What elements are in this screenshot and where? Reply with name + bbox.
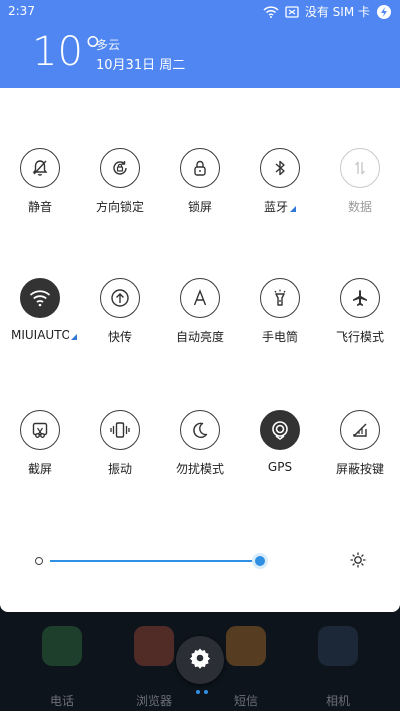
- quick-settings-panel: 静音 方向锁定 锁屏 蓝牙 数据 MIUIAUTO 快传 自动亮度 手电筒 飞行…: [0, 88, 400, 612]
- tile-label: 勿扰模式: [175, 462, 224, 476]
- tile-label: 手电筒: [261, 330, 298, 344]
- settings-button[interactable]: [176, 636, 224, 684]
- tile-silent[interactable]: 静音: [0, 148, 80, 215]
- auto-brightness-icon: [180, 278, 220, 318]
- date-label: 10月31日 周二: [96, 58, 186, 73]
- tile-quick-transfer[interactable]: 快传: [80, 278, 160, 345]
- screenshot-icon: [20, 410, 60, 450]
- tile-lock-screen[interactable]: 锁屏: [160, 148, 240, 215]
- tile-label: 蓝牙: [240, 198, 320, 215]
- home-screen-dock: 电话 浏览器 短信 相机: [0, 612, 400, 711]
- tile-block-keys[interactable]: 屏蔽按键: [320, 410, 400, 477]
- wifi-icon: [20, 278, 60, 318]
- phone-icon: [42, 626, 82, 666]
- dock-app-label: 浏览器: [135, 694, 172, 708]
- sim-icon: [285, 5, 299, 18]
- tile-airplane[interactable]: 飞行模式: [320, 278, 400, 345]
- dock-app-label: 电话: [49, 694, 74, 708]
- message-icon: [226, 626, 266, 666]
- tile-bluetooth[interactable]: 蓝牙: [240, 148, 320, 215]
- status-time: 2:37: [8, 4, 35, 18]
- tile-rotation-lock[interactable]: 方向锁定: [80, 148, 160, 215]
- tile-auto-brightness[interactable]: 自动亮度: [160, 278, 240, 345]
- gps-icon: [260, 410, 300, 450]
- wifi-icon: [263, 5, 279, 18]
- tile-label: 飞行模式: [335, 330, 384, 344]
- weather-condition: 多云: [96, 38, 121, 52]
- dock-app-browser[interactable]: 浏览器: [124, 626, 184, 709]
- tile-mobile-data[interactable]: 数据: [320, 148, 400, 215]
- notification-header: 2:37 没有 SIM 卡 10° 多云 10月31日 周二: [0, 0, 400, 88]
- brightness-high-icon: [348, 550, 368, 574]
- status-bar: 2:37 没有 SIM 卡: [0, 0, 400, 24]
- tile-label: 静音: [27, 200, 52, 214]
- tile-label: 数据: [347, 200, 372, 214]
- tile-screenshot[interactable]: 截屏: [0, 410, 80, 477]
- lock-icon: [180, 148, 220, 188]
- mobile-data-icon: [340, 148, 380, 188]
- expand-corner-icon: [71, 334, 77, 340]
- tile-label: 自动亮度: [175, 330, 224, 344]
- tile-do-not-disturb[interactable]: 勿扰模式: [160, 410, 240, 477]
- dock-app-label: 短信: [233, 694, 258, 708]
- browser-icon: [134, 626, 174, 666]
- tile-label: 方向锁定: [95, 200, 144, 214]
- status-icons: 没有 SIM 卡: [263, 3, 392, 20]
- tile-label: 快传: [107, 330, 132, 344]
- bluetooth-icon: [260, 148, 300, 188]
- dock-app-phone[interactable]: 电话: [32, 626, 92, 709]
- gear-icon: [189, 647, 211, 673]
- tile-label: 屏蔽按键: [335, 462, 384, 476]
- camera-icon: [318, 626, 358, 666]
- tile-label: GPS: [267, 460, 293, 474]
- airplane-icon: [340, 278, 380, 318]
- moon-icon: [180, 410, 220, 450]
- tile-label: MIUIAUTO: [0, 328, 80, 342]
- dock-app-camera[interactable]: 相机: [308, 626, 368, 709]
- block-keys-icon: [340, 410, 380, 450]
- brightness-low-icon: [35, 557, 43, 565]
- tile-gps[interactable]: GPS: [240, 410, 320, 474]
- flashlight-icon: [260, 278, 300, 318]
- page-indicator: [196, 690, 208, 694]
- brightness-thumb[interactable]: [251, 553, 268, 569]
- vibrate-icon: [100, 410, 140, 450]
- tile-label: 截屏: [27, 462, 52, 476]
- tile-vibrate[interactable]: 振动: [80, 410, 160, 477]
- brightness-slider[interactable]: [32, 553, 272, 569]
- tile-label: 锁屏: [187, 200, 212, 214]
- tile-flashlight[interactable]: 手电筒: [240, 278, 320, 345]
- dock-app-label: 相机: [325, 694, 350, 708]
- dock-app-sms[interactable]: 短信: [216, 626, 276, 709]
- battery-charging-icon: [376, 4, 392, 20]
- sim-status-text: 没有 SIM 卡: [304, 5, 370, 19]
- expand-corner-icon: [290, 206, 296, 212]
- brightness-track[interactable]: [50, 560, 266, 562]
- tile-wifi[interactable]: MIUIAUTO: [0, 278, 80, 342]
- tile-label: 振动: [107, 462, 132, 476]
- bell-mute-icon: [20, 148, 60, 188]
- transfer-icon: [100, 278, 140, 318]
- temperature: 10°: [32, 29, 103, 75]
- rotation-lock-icon: [100, 148, 140, 188]
